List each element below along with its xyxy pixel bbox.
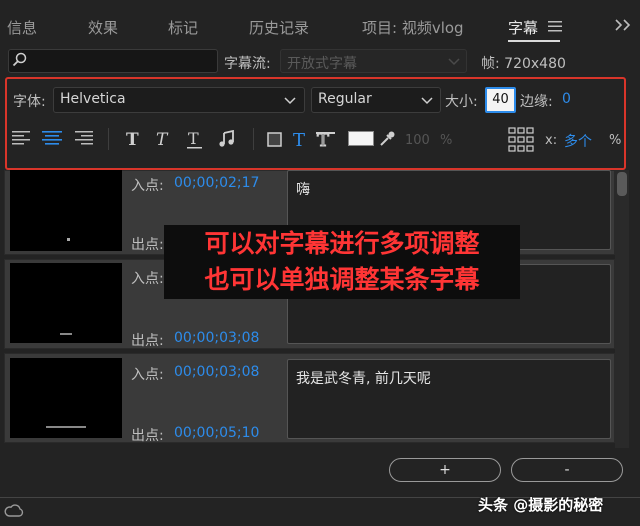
out-point-label: 出点: — [131, 333, 164, 349]
scrollbar-track[interactable] — [615, 170, 629, 448]
tab-effects[interactable]: 效果 — [88, 17, 118, 38]
text-edge-icon[interactable]: T — [315, 129, 337, 152]
out-point-label: 出点: — [131, 237, 164, 253]
color-swatch[interactable] — [348, 131, 374, 146]
svg-text:T: T — [156, 130, 169, 148]
italic-icon[interactable]: T — [154, 130, 176, 150]
font-size-label: 大小: — [445, 94, 478, 110]
background-box-icon[interactable] — [266, 130, 288, 150]
in-point-timecode[interactable]: 00;00;03;08 — [174, 364, 259, 380]
in-point-label: 入点: — [131, 178, 164, 194]
watermark: 头条 @摄影的秘密 — [478, 496, 604, 514]
underline-icon[interactable]: T — [186, 129, 208, 150]
caption-text-field[interactable]: 我是武冬青, 前几天呢 — [287, 359, 611, 439]
panel-menu-icon[interactable] — [548, 18, 562, 36]
caption-thumbnail — [10, 263, 122, 343]
creative-cloud-icon — [4, 503, 24, 523]
more-panels-icon[interactable] — [615, 17, 631, 35]
edge-value[interactable]: 0 — [562, 91, 571, 107]
tab-captions[interactable]: 字幕 — [508, 17, 538, 38]
frame-size-label: 帧: 720x480 — [481, 56, 566, 72]
caption-stream-value: 开放式字幕 — [287, 56, 357, 72]
position-grid-icon[interactable] — [508, 127, 534, 152]
align-center-icon[interactable] — [41, 130, 63, 150]
chevron-down-icon — [448, 54, 460, 70]
toolbar-divider — [253, 128, 254, 150]
out-point-timecode[interactable]: 00;00;03;08 — [174, 330, 259, 346]
bold-icon[interactable]: T — [124, 130, 146, 150]
scrollbar-thumb[interactable] — [617, 172, 627, 196]
toolbar-divider — [108, 128, 109, 150]
tab-markers[interactable]: 标记 — [168, 17, 198, 38]
annotation-line-2: 也可以单独调整某条字幕 — [164, 261, 520, 299]
eyedropper-icon[interactable] — [378, 130, 400, 150]
out-point-label: 出点: — [131, 428, 164, 444]
caption-thumbnail — [10, 358, 122, 438]
svg-text:T: T — [126, 130, 139, 148]
annotation-line-1: 可以对字幕进行多项调整 — [164, 225, 520, 263]
add-caption-button[interactable]: + — [389, 458, 501, 482]
music-note-icon[interactable] — [218, 129, 240, 150]
remove-caption-button[interactable]: - — [511, 458, 623, 482]
search-icon — [12, 52, 28, 72]
svg-text:T: T — [293, 130, 305, 148]
font-value: Helvetica — [60, 91, 126, 107]
font-size-input[interactable]: 40 — [485, 87, 516, 113]
align-left-icon[interactable] — [12, 130, 34, 150]
font-style-value: Regular — [318, 91, 372, 107]
edge-label: 边缘: — [520, 94, 553, 110]
x-position-unit: % — [609, 133, 622, 148]
caption-thumbnail — [10, 170, 122, 251]
x-position-label: x: — [545, 133, 558, 148]
x-position-value[interactable]: 多个 — [564, 131, 592, 151]
opacity-value[interactable]: 100 — [405, 133, 430, 148]
chevron-down-icon — [421, 93, 433, 109]
tab-info[interactable]: 信息 — [7, 17, 37, 38]
tab-project[interactable]: 项目: 视频vlog — [362, 17, 464, 38]
in-point-timecode[interactable]: 00;00;02;17 — [174, 175, 259, 191]
align-right-icon[interactable] — [74, 130, 96, 150]
opacity-unit: % — [440, 133, 453, 148]
font-label: 字体: — [13, 94, 46, 110]
in-point-label: 入点: — [131, 271, 164, 287]
tab-history[interactable]: 历史记录 — [249, 17, 309, 38]
caption-stream-label: 字幕流: — [224, 56, 271, 72]
chevron-down-icon — [284, 93, 296, 109]
svg-text:T: T — [188, 130, 199, 148]
text-color-icon[interactable]: T — [291, 130, 313, 151]
search-input[interactable] — [8, 49, 218, 73]
in-point-label: 入点: — [131, 367, 164, 383]
out-point-timecode[interactable]: 00;00;05;10 — [174, 425, 259, 441]
active-tab-indicator — [508, 40, 560, 42]
